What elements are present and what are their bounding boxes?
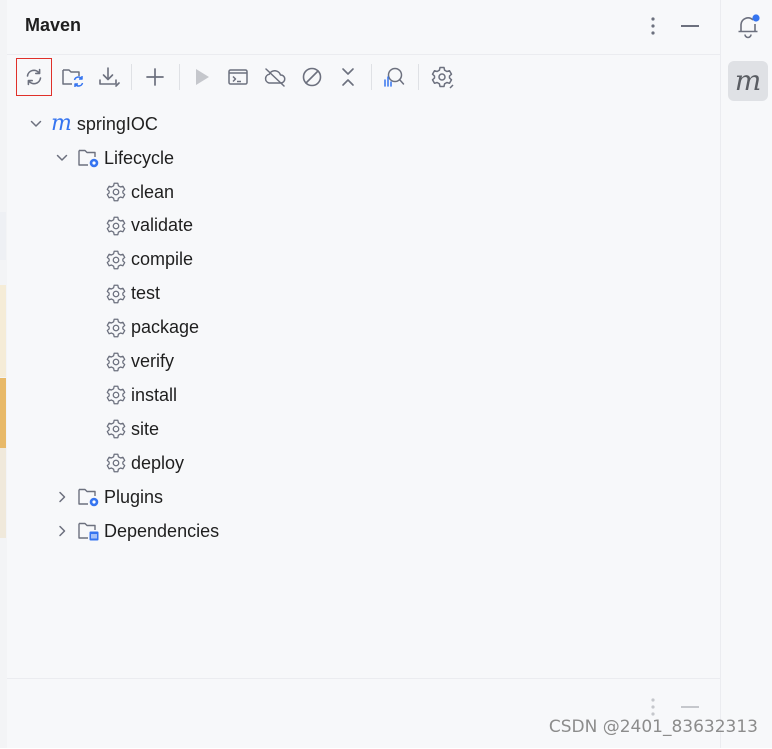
gear-icon [104,350,128,374]
terminal-icon [228,69,248,85]
folder-refresh-icon [62,69,84,87]
minimize-icon[interactable] [678,695,702,719]
goal-label: clean [131,181,175,202]
execute-maven-goal-button[interactable] [220,58,256,96]
tree-item-goal-verify[interactable]: verify [104,347,174,377]
right-tool-stripe: m [720,0,772,748]
goal-label: validate [131,215,194,236]
maven-tool-icon: m [734,64,762,97]
skip-icon [302,67,322,87]
chevron-right-icon[interactable] [53,488,71,506]
toggle-offline-mode-button[interactable] [257,58,293,96]
run-maven-build-button[interactable] [184,58,220,96]
maven-tool-window-button[interactable]: m [728,61,768,101]
goal-label: deploy [131,452,185,473]
tree-item-project[interactable]: m springIOC [27,109,158,139]
skip-tests-button[interactable] [294,58,330,96]
collapse-all-button[interactable] [330,58,366,96]
tree-item-goal-package[interactable]: package [104,313,199,343]
tree-item-goal-site[interactable]: site [104,414,159,444]
chevron-down-icon[interactable] [53,149,71,167]
offline-icon [264,68,286,87]
tree-item-goal-deploy[interactable]: deploy [104,448,184,478]
gear-icon [104,180,128,204]
tree-item-goal-test[interactable]: test [104,279,160,309]
analyze-icon [384,67,405,87]
goal-label: test [131,283,161,304]
more-vertical-icon[interactable] [641,695,665,719]
build-tool-settings-button[interactable] [424,58,460,96]
goal-label: package [131,317,200,338]
bottom-panel [7,678,720,749]
chevron-down-icon[interactable] [27,115,45,133]
generate-sources-button[interactable] [55,58,91,96]
gear-icon [431,66,454,89]
lifecycle-label: Lifecycle [104,147,175,168]
gear-icon [104,214,128,238]
gear-icon [104,282,128,306]
gear-icon [104,316,128,340]
dependencies-label: Dependencies [104,520,220,541]
tree-item-goal-compile[interactable]: compile [104,245,193,275]
tool-window-header: Maven [7,0,720,55]
add-maven-project-button[interactable] [137,58,173,96]
tree-item-plugins[interactable]: Plugins [53,482,163,512]
folder-gear-icon [77,146,101,170]
project-label: springIOC [76,113,158,134]
tree-item-goal-validate[interactable]: validate [104,211,193,241]
watermark-text: CSDN @2401_83632313 [548,717,758,737]
more-vertical-icon[interactable] [641,14,665,38]
notifications-button[interactable] [728,6,768,46]
collapse-icon [342,68,354,86]
goal-label: install [131,384,178,405]
goal-label: site [131,418,160,439]
download-sources-button[interactable] [91,58,127,96]
folder-plugin-icon [77,485,101,509]
maven-project-icon: m [51,111,72,136]
download-icon [99,67,120,87]
run-icon [196,69,209,85]
folder-library-icon [77,519,101,543]
gear-icon [104,248,128,272]
bell-icon [738,14,760,39]
gear-icon [104,417,128,441]
gear-icon [104,383,128,407]
plugins-label: Plugins [104,486,164,507]
tree-item-dependencies[interactable]: Dependencies [53,516,219,546]
tree-item-goal-install[interactable]: install [104,380,177,410]
maven-tool-window: Maven m springIOC Lifecycle clean valida… [7,0,720,748]
goal-label: compile [131,249,194,270]
goal-label: verify [131,351,175,371]
refresh-icon [26,68,42,86]
analyze-dependencies-button[interactable] [376,58,412,96]
reload-all-projects-button[interactable] [16,58,52,96]
minimize-icon[interactable] [678,14,702,38]
tree-item-lifecycle[interactable]: Lifecycle [53,143,174,173]
gear-icon [104,451,128,475]
tool-window-title: Maven [25,15,82,35]
plus-icon [146,68,164,86]
chevron-right-icon[interactable] [53,522,71,540]
maven-toolbar [7,58,720,96]
tree-item-goal-clean[interactable]: clean [104,177,174,207]
